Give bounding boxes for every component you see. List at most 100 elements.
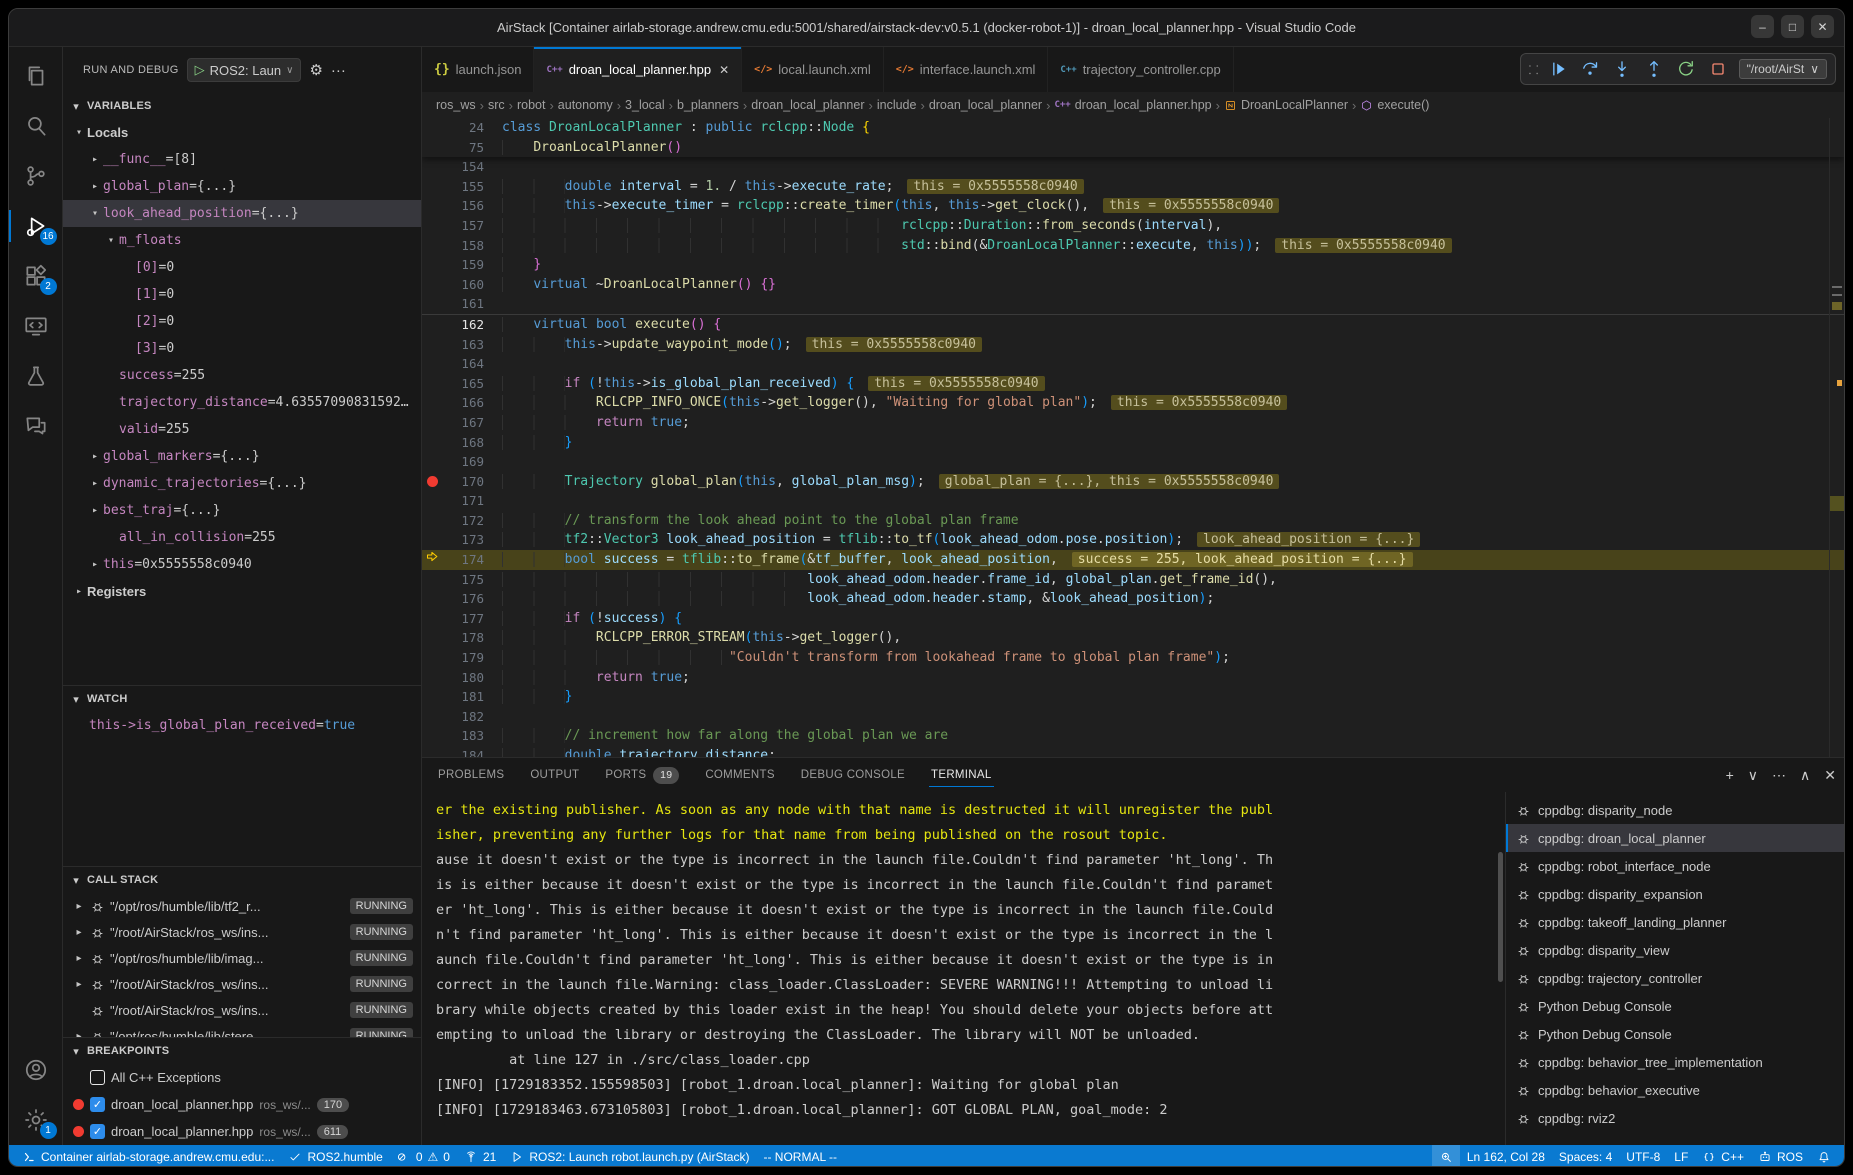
close-icon[interactable]: ✕ (719, 63, 729, 77)
step-out-button[interactable] (1643, 58, 1665, 80)
code-line[interactable]: 157 rclcpp::Duration::from_seconds(inter… (422, 216, 1844, 236)
call-stack-row[interactable]: "/root/AirStack/ros_ws/ins...RUNNING (63, 997, 421, 1023)
code-line[interactable]: 160 virtual ~DroanLocalPlanner() {} (422, 275, 1844, 295)
statusbar-cursor-position[interactable]: Ln 162, Col 28 (1460, 1145, 1552, 1167)
breakpoint-row[interactable]: All C++ Exceptions (63, 1064, 421, 1091)
code-line[interactable]: 183 // increment how far along the globa… (422, 726, 1844, 746)
statusbar-eol[interactable]: LF (1667, 1145, 1695, 1167)
code-line[interactable]: 165 if (!this->is_global_plan_received) … (422, 374, 1844, 394)
variable-row[interactable]: ▾m_floats (63, 227, 421, 254)
breadcrumb-item[interactable]: droan_local_planner (929, 98, 1042, 112)
breadcrumb-item[interactable]: C++droan_local_planner.hpp (1054, 98, 1211, 112)
code-line[interactable]: 180 return true; (422, 668, 1844, 688)
activity-comments-icon[interactable] (9, 401, 63, 451)
breakpoint-checkbox[interactable]: ✓ (90, 1097, 105, 1112)
chevron-down-icon[interactable]: ▾ (69, 100, 83, 113)
drag-grip-icon[interactable]: ⸬ (1529, 61, 1537, 78)
gear-icon[interactable]: ⚙ (309, 61, 322, 79)
debug-session-dropdown[interactable]: "/root/AirSt∨ (1739, 59, 1827, 79)
breakpoint-row[interactable]: ✓droan_local_planner.hppros_ws/...611 (63, 1118, 421, 1145)
call-stack-row[interactable]: ▸"/opt/ros/humble/lib/imag...RUNNING (63, 945, 421, 971)
terminal-session-item[interactable]: cppdbg: takeoff_landing_planner (1506, 908, 1844, 936)
statusbar-indentation[interactable]: Spaces: 4 (1552, 1145, 1619, 1167)
statusbar-debug-session[interactable]: ROS2: Launch robot.launch.py (AirStack) (503, 1145, 756, 1167)
variable-row[interactable]: ▸global_markers = {...} (63, 443, 421, 470)
terminal-session-item[interactable]: cppdbg: droan_local_planner (1506, 824, 1844, 852)
terminal-session-item[interactable]: cppdbg: disparity_expansion (1506, 880, 1844, 908)
debug-launch-picker[interactable]: ▷ ROS2: Laun ∨ (187, 58, 302, 82)
panel-tab-output[interactable]: OUTPUT (528, 758, 581, 792)
code-line[interactable]: 172 // transform the look ahead point to… (422, 511, 1844, 531)
panel-tab-debug-console[interactable]: DEBUG CONSOLE (799, 758, 907, 792)
code-line[interactable]: 181 } (422, 687, 1844, 707)
statusbar-ros-distro[interactable]: ROS2.humble (281, 1145, 389, 1167)
code-line[interactable]: 24class DroanLocalPlanner : public rclcp… (422, 118, 1844, 138)
code-line[interactable]: 158 std::bind(&DroanLocalPlanner::execut… (422, 236, 1844, 256)
code-line[interactable]: 182 (422, 707, 1844, 727)
chevron-down-icon[interactable]: ▾ (69, 1045, 83, 1058)
variable-row[interactable]: [2] = 0 (63, 308, 421, 335)
breadcrumb-item[interactable]: 3_local (625, 98, 665, 112)
breadcrumb-item[interactable]: robot (517, 98, 546, 112)
activity-testing-icon[interactable] (9, 351, 63, 401)
code-line[interactable]: 169 (422, 452, 1844, 472)
panel-tab-comments[interactable]: COMMENTS (703, 758, 776, 792)
tab-droan-local-planner-hpp[interactable]: C++droan_local_planner.hpp✕ (534, 47, 742, 92)
chevron-down-icon[interactable]: ▾ (69, 874, 83, 887)
breadcrumb-item[interactable]: ros_ws (436, 98, 476, 112)
variable-row[interactable]: ▸this = 0x5555558c0940 (63, 551, 421, 578)
breadcrumb-item[interactable]: src (488, 98, 505, 112)
code-line[interactable]: 156 this->execute_timer = rclcpp::create… (422, 196, 1844, 216)
code-line[interactable]: 184 double trajectory_distance; (422, 746, 1844, 757)
call-stack-row[interactable]: ▸"/root/AirStack/ros_ws/ins...RUNNING (63, 971, 421, 997)
breadcrumb-item[interactable]: autonomy (558, 98, 613, 112)
code-line[interactable]: 177 if (!success) { (422, 609, 1844, 629)
code-line[interactable]: 161 (422, 294, 1844, 314)
statusbar-vim-mode[interactable]: -- NORMAL -- (756, 1145, 844, 1167)
breadcrumb-item[interactable]: droan_local_planner (751, 98, 864, 112)
code-line[interactable]: 155 double interval = 1. / this->execute… (422, 177, 1844, 197)
minimize-button[interactable]: – (1751, 15, 1774, 38)
call-stack-row[interactable]: ▸"/opt/ros/humble/lib/stere...RUNNING (63, 1023, 421, 1037)
gutter-glyph[interactable] (422, 550, 442, 570)
code-line[interactable]: 154 (422, 157, 1844, 177)
panel-tab-terminal[interactable]: TERMINAL (929, 758, 994, 792)
variable-row[interactable]: ▸Registers (63, 578, 421, 605)
variable-row[interactable]: ▾look_ahead_position = {...} (63, 200, 421, 227)
activity-settings-icon[interactable]: 1 (9, 1095, 63, 1145)
gutter-glyph[interactable] (422, 472, 442, 492)
breadcrumb-item[interactable]: include (877, 98, 917, 112)
terminal-session-item[interactable]: Python Debug Console (1506, 992, 1844, 1020)
variable-row[interactable]: ▸__func__ = [8] (63, 146, 421, 173)
maximize-panel-icon[interactable]: ∧ (1800, 767, 1810, 784)
code-line[interactable]: 167 return true; (422, 413, 1844, 433)
variable-row[interactable]: valid = 255 (63, 416, 421, 443)
variable-row[interactable]: ▸best_traj = {...} (63, 497, 421, 524)
code-line[interactable]: 159 } (422, 255, 1844, 275)
variable-row[interactable]: ▾Locals (63, 119, 421, 146)
code-line[interactable]: 162 virtual bool execute() { (422, 314, 1844, 335)
terminal-session-item[interactable]: cppdbg: behavior_executive (1506, 1076, 1844, 1104)
breadcrumb-item[interactable]: DroanLocalPlanner (1224, 98, 1348, 112)
code-line[interactable]: 179 "Couldn't transform from lookahead f… (422, 648, 1844, 668)
chevron-down-icon[interactable]: ▾ (69, 693, 83, 706)
terminal-dropdown-icon[interactable]: ∨ (1748, 767, 1758, 784)
call-stack-row[interactable]: ▸"/root/AirStack/ros_ws/ins...RUNNING (63, 919, 421, 945)
code-line[interactable]: 168 } (422, 433, 1844, 453)
statusbar-problems[interactable]: 0⚠0 (390, 1145, 457, 1167)
code-line[interactable]: 166 RCLCPP_INFO_ONCE(this->get_logger(),… (422, 393, 1844, 413)
code-line[interactable]: 175 look_ahead_odom.header.frame_id, glo… (422, 570, 1844, 590)
code-line[interactable]: 173 tf2::Vector3 look_ahead_position = t… (422, 530, 1844, 550)
terminal-session-item[interactable]: cppdbg: rviz2 (1506, 1104, 1844, 1132)
step-into-button[interactable] (1611, 58, 1633, 80)
terminal-scrollbar[interactable] (1498, 852, 1503, 982)
breadcrumb-item[interactable]: execute() (1360, 98, 1429, 112)
activity-extensions-icon[interactable]: 2 (9, 251, 63, 301)
restart-button[interactable] (1675, 58, 1697, 80)
continue-button[interactable] (1547, 58, 1569, 80)
statusbar-screencast-zoom[interactable] (1432, 1145, 1460, 1167)
code-editor[interactable]: 24class DroanLocalPlanner : public rclcp… (422, 118, 1844, 757)
variable-row[interactable]: [3] = 0 (63, 335, 421, 362)
breakpoint-icon[interactable] (427, 476, 438, 487)
more-actions-icon[interactable]: ··· (331, 62, 346, 79)
